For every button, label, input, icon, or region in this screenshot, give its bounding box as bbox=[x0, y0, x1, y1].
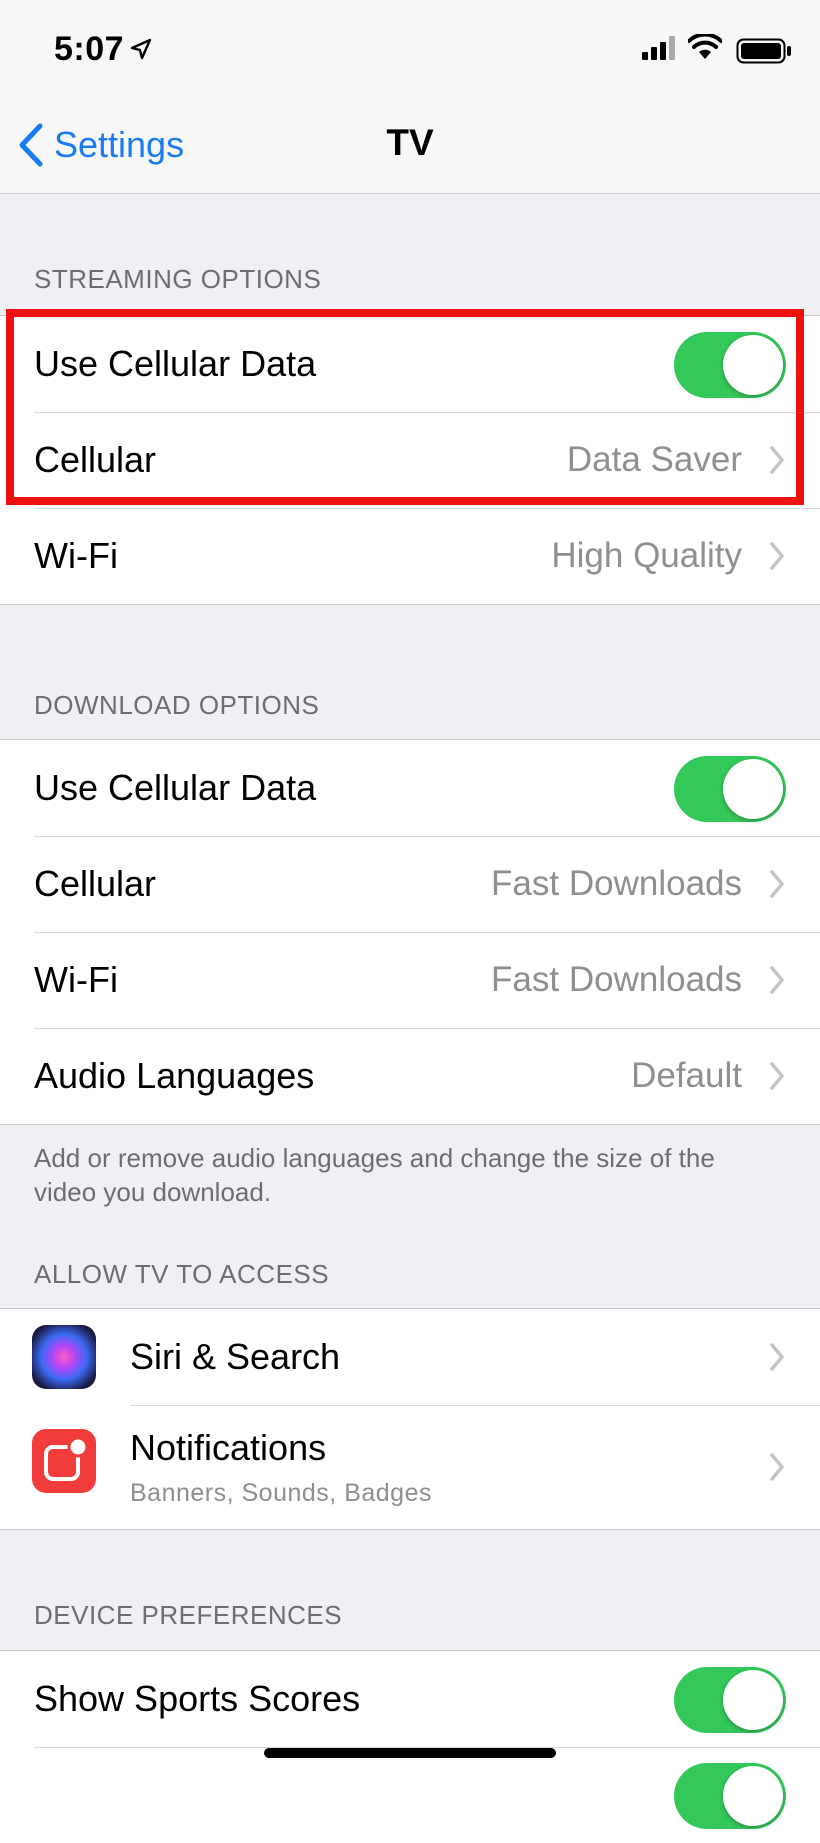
row-value: Default bbox=[631, 1056, 742, 1095]
streaming-use-cellular-toggle[interactable] bbox=[674, 332, 786, 398]
notification-badge-icon bbox=[44, 1436, 89, 1481]
streaming-options-group: Use Cellular Data Cellular Data Saver Wi… bbox=[0, 315, 820, 605]
page-title: TV bbox=[386, 122, 434, 163]
show-sports-scores-toggle[interactable] bbox=[674, 1667, 786, 1733]
toggle-knob bbox=[723, 1670, 783, 1730]
cellular-signal-icon bbox=[642, 36, 675, 60]
row-label: Show Sports Scores bbox=[34, 1678, 361, 1719]
row-label: Cellular bbox=[34, 439, 157, 480]
next-setting-toggle[interactable] bbox=[674, 1763, 786, 1829]
row-label: Cellular bbox=[34, 863, 157, 904]
access-group: Siri & Search Notifications Banners, Sou… bbox=[0, 1308, 820, 1530]
row-label: Audio Languages bbox=[34, 1055, 315, 1096]
row-value: Fast Downloads bbox=[491, 960, 742, 999]
section-header-streaming: STREAMING OPTIONS bbox=[34, 264, 322, 294]
row-notifications[interactable]: Notifications Banners, Sounds, Badges bbox=[0, 1405, 820, 1529]
row-label: Use Cellular Data bbox=[34, 767, 317, 808]
row-label: Wi-Fi bbox=[34, 535, 118, 576]
toggle-knob bbox=[723, 759, 783, 819]
chevron-right-icon bbox=[770, 870, 784, 898]
row-streaming-cellular[interactable]: Cellular Data Saver bbox=[0, 412, 820, 508]
toggle-knob bbox=[723, 1766, 783, 1826]
section-header-device: DEVICE PREFERENCES bbox=[34, 1600, 343, 1630]
chevron-right-icon bbox=[770, 1343, 784, 1371]
section-header-download: DOWNLOAD OPTIONS bbox=[34, 690, 320, 720]
row-streaming-wifi[interactable]: Wi-Fi High Quality bbox=[0, 508, 820, 604]
row-streaming-use-cellular: Use Cellular Data bbox=[0, 316, 820, 412]
row-audio-languages[interactable]: Audio Languages Default bbox=[0, 1028, 820, 1124]
row-subtitle: Banners, Sounds, Badges bbox=[130, 1479, 432, 1507]
device-preferences-group: Show Sports Scores bbox=[0, 1650, 820, 1843]
chevron-right-icon bbox=[770, 542, 784, 570]
wifi-icon bbox=[688, 34, 722, 59]
notifications-icon bbox=[32, 1429, 96, 1493]
battery-icon bbox=[736, 38, 791, 64]
row-download-wifi[interactable]: Wi-Fi Fast Downloads bbox=[0, 932, 820, 1028]
row-next-setting bbox=[0, 1747, 820, 1843]
download-footer-note: Add or remove audio languages and change… bbox=[34, 1143, 715, 1207]
section-header-access: ALLOW TV TO ACCESS bbox=[34, 1259, 330, 1289]
toggle-knob bbox=[723, 335, 783, 395]
row-siri-search[interactable]: Siri & Search bbox=[0, 1309, 820, 1405]
download-use-cellular-toggle[interactable] bbox=[674, 756, 786, 822]
location-arrow-icon bbox=[130, 38, 152, 60]
download-options-group: Use Cellular Data Cellular Fast Download… bbox=[0, 739, 820, 1125]
chevron-right-icon bbox=[770, 1062, 784, 1090]
row-label: Notifications bbox=[130, 1427, 327, 1468]
row-download-cellular[interactable]: Cellular Fast Downloads bbox=[0, 836, 820, 932]
chevron-right-icon bbox=[770, 446, 784, 474]
row-value: High Quality bbox=[551, 536, 742, 575]
row-label: Siri & Search bbox=[130, 1336, 341, 1377]
row-label: Use Cellular Data bbox=[34, 343, 317, 384]
row-download-use-cellular: Use Cellular Data bbox=[0, 740, 820, 836]
home-indicator[interactable] bbox=[264, 1748, 556, 1758]
row-label: Wi-Fi bbox=[34, 959, 118, 1000]
row-value: Fast Downloads bbox=[491, 864, 742, 903]
navigation-bar: Settings TV bbox=[0, 100, 820, 194]
siri-icon bbox=[32, 1325, 96, 1389]
chevron-right-icon bbox=[770, 966, 784, 994]
status-bar: 5:07 bbox=[0, 0, 820, 100]
chevron-right-icon bbox=[770, 1453, 784, 1481]
status-time: 5:07 bbox=[54, 30, 125, 68]
row-show-sports-scores: Show Sports Scores bbox=[0, 1651, 820, 1747]
row-value: Data Saver bbox=[566, 440, 742, 479]
